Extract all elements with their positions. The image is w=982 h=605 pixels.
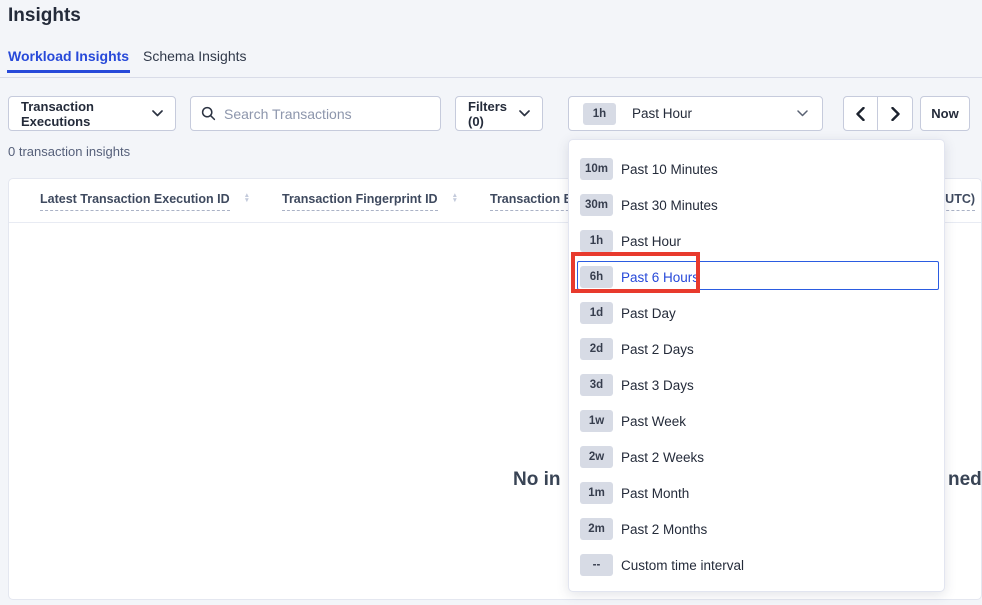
chevron-down-icon — [519, 110, 530, 117]
time-option-badge: 6h — [580, 266, 613, 288]
time-option-badge: 30m — [580, 194, 613, 216]
time-interval-option[interactable]: 1h Past Hour — [569, 223, 944, 259]
time-option-label: Past Week — [621, 414, 686, 429]
tab-workload-insights[interactable]: Workload Insights — [8, 48, 129, 64]
time-option-badge: 1h — [580, 230, 613, 252]
time-option-badge: -- — [580, 554, 613, 576]
column-label: Latest Transaction Execution ID — [40, 192, 230, 211]
time-interval-option[interactable]: 2m Past 2 Months — [569, 511, 944, 547]
sort-icon[interactable]: ▲▼ — [244, 193, 250, 203]
empty-state-text: ned. — [948, 469, 982, 491]
filters-label: Filters (0) — [468, 99, 519, 129]
time-option-label: Past 2 Months — [621, 522, 707, 537]
table-column-header[interactable]: (UTC) — [941, 192, 975, 211]
search-input[interactable] — [224, 106, 430, 122]
time-option-label: Past 3 Days — [621, 378, 694, 393]
time-interval-option[interactable]: 1m Past Month — [569, 475, 944, 511]
time-interval-badge: 1h — [583, 103, 616, 125]
next-interval-button[interactable] — [878, 96, 913, 131]
time-option-label: Past 2 Weeks — [621, 450, 704, 465]
time-interval-select[interactable]: 1h Past Hour — [568, 96, 823, 131]
search-icon — [201, 106, 216, 121]
column-label: Transaction Fingerprint ID — [282, 192, 438, 211]
empty-state-text: No in — [513, 469, 561, 491]
time-interval-option[interactable]: 10m Past 10 Minutes — [569, 151, 944, 187]
time-interval-dropdown: 10m Past 10 Minutes 30m Past 30 Minutes … — [568, 139, 945, 592]
time-option-badge: 1w — [580, 410, 613, 432]
column-label: Transaction Ex — [490, 192, 579, 211]
time-option-label: Past 10 Minutes — [621, 162, 718, 177]
time-nav-group — [843, 96, 913, 131]
insights-count: 0 transaction insights — [8, 144, 130, 159]
time-option-badge: 10m — [580, 158, 613, 180]
time-option-label: Past Day — [621, 306, 676, 321]
time-option-label: Custom time interval — [621, 558, 744, 573]
time-interval-option[interactable]: 30m Past 30 Minutes — [569, 187, 944, 223]
sort-icon[interactable]: ▲▼ — [452, 193, 458, 203]
time-interval-option[interactable]: 6h Past 6 Hours — [569, 259, 944, 295]
time-interval-option[interactable]: -- Custom time interval — [569, 547, 944, 583]
table-column-header[interactable]: Transaction Fingerprint ID ▲▼ — [282, 192, 458, 211]
page-title: Insights — [8, 5, 81, 27]
search-container — [190, 96, 441, 131]
chevron-down-icon — [797, 110, 808, 117]
time-option-label: Past 6 Hours — [621, 270, 699, 285]
time-interval-value: Past Hour — [632, 106, 692, 121]
table-column-header[interactable]: Transaction Ex — [490, 192, 579, 211]
execution-type-select[interactable]: Transaction Executions — [8, 96, 176, 131]
tab-bar: Workload Insights Schema Insights — [0, 48, 982, 78]
time-option-label: Past 2 Days — [621, 342, 694, 357]
time-option-badge: 3d — [580, 374, 613, 396]
time-option-label: Past Month — [621, 486, 689, 501]
time-option-badge: 2m — [580, 518, 613, 540]
time-interval-option[interactable]: 1w Past Week — [569, 403, 944, 439]
insights-page: Insights Workload Insights Schema Insigh… — [0, 0, 982, 605]
chevron-down-icon — [152, 110, 163, 117]
time-option-badge: 2d — [580, 338, 613, 360]
tab-schema-insights[interactable]: Schema Insights — [143, 48, 247, 64]
time-option-badge: 2w — [580, 446, 613, 468]
time-option-label: Past Hour — [621, 234, 681, 249]
column-label: (UTC) — [941, 192, 975, 211]
time-option-badge: 1m — [580, 482, 613, 504]
now-button[interactable]: Now — [920, 96, 970, 131]
table-column-header[interactable]: Latest Transaction Execution ID ▲▼ — [40, 192, 250, 211]
filters-button[interactable]: Filters (0) — [455, 96, 543, 131]
time-interval-option[interactable]: 3d Past 3 Days — [569, 367, 944, 403]
time-interval-option[interactable]: 2d Past 2 Days — [569, 331, 944, 367]
time-option-label: Past 30 Minutes — [621, 198, 718, 213]
time-option-badge: 1d — [580, 302, 613, 324]
time-interval-option[interactable]: 2w Past 2 Weeks — [569, 439, 944, 475]
previous-interval-button[interactable] — [843, 96, 878, 131]
time-interval-option[interactable]: 1d Past Day — [569, 295, 944, 331]
execution-type-label: Transaction Executions — [21, 99, 152, 129]
